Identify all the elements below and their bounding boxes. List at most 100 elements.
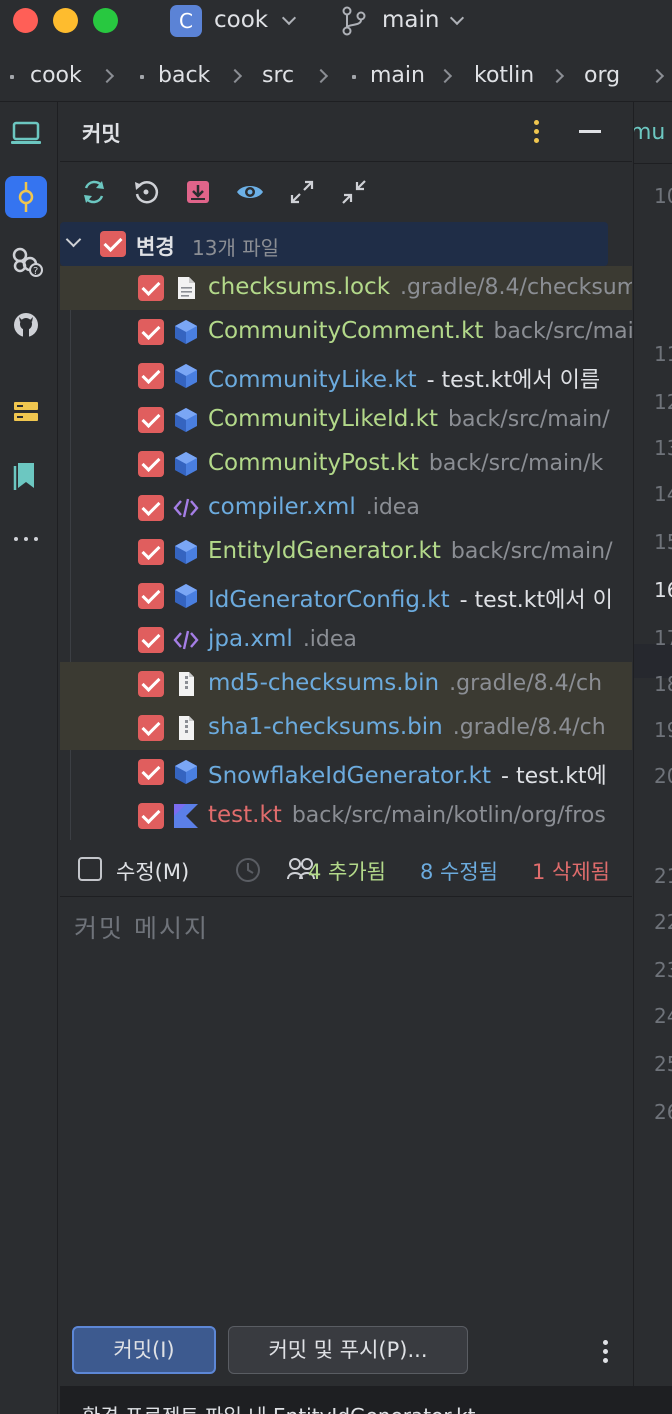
branch-name[interactable]: main	[382, 7, 439, 33]
title-bar: C cook main	[0, 0, 672, 42]
file-row[interactable]: CommunityLikeId.kt back/src/main/	[60, 398, 632, 442]
file-name-wrap: md5-checksums.bin .gradle/8.4/ch	[208, 670, 602, 696]
commit-and-push-button[interactable]: 커밋 및 푸시(P)...	[228, 1326, 468, 1374]
file-checkbox[interactable]	[138, 407, 164, 433]
rollback-icon[interactable]	[130, 176, 162, 208]
ai-assistant-button[interactable]: ?	[5, 240, 47, 282]
file-row[interactable]: CommunityPost.kt back/src/main/k	[60, 442, 632, 486]
commit-message-placeholder[interactable]: 커밋 메시지	[74, 909, 209, 945]
file-name-wrap: test.kt back/src/main/kotlin/org/fros	[208, 802, 606, 828]
file-row[interactable]: SnowflakeIdGenerator.kt - test.kt에	[60, 750, 632, 794]
kotlin-class-icon	[172, 582, 200, 610]
file-name-wrap: EntityIdGenerator.kt back/src/main/	[208, 538, 612, 564]
chevron-down-icon[interactable]	[65, 231, 82, 248]
github-icon	[14, 313, 38, 337]
commit-button[interactable]: 커밋(I)	[72, 1326, 216, 1374]
file-row[interactable]: sha1-checksums.bin .gradle/8.4/ch	[60, 706, 632, 750]
changelist-name: 변경	[136, 235, 175, 259]
breadcrumb-item[interactable]: org	[584, 63, 620, 88]
changelist-group-row[interactable]: 변경 13개 파일	[60, 222, 608, 266]
file-checkbox[interactable]	[138, 363, 164, 389]
file-path: .idea	[302, 627, 357, 652]
file-name: IdGeneratorConfig.kt	[208, 587, 450, 613]
file-row[interactable]: IdGeneratorConfig.kt - test.kt에서 이	[60, 574, 632, 618]
hide-panel-button[interactable]	[579, 130, 601, 133]
project-view-button[interactable]	[5, 112, 47, 154]
maximize-window-button[interactable]	[93, 8, 118, 33]
file-row[interactable]: compiler.xml .idea	[60, 486, 632, 530]
breadcrumb-item[interactable]: main	[370, 63, 425, 88]
panel-header: 커밋	[60, 102, 632, 162]
added-count: 4 추가됨	[308, 860, 386, 884]
laptop-icon	[11, 121, 41, 144]
chevron-down-icon[interactable]	[281, 10, 297, 26]
file-name: md5-checksums.bin	[208, 670, 440, 696]
chevron-down-icon[interactable]	[449, 10, 465, 26]
file-row[interactable]: CommunityLike.kt - test.kt에서 이름	[60, 354, 632, 398]
binary-file-icon	[172, 714, 200, 742]
file-name-wrap: CommunityLikeId.kt back/src/main/	[208, 406, 610, 432]
file-name-wrap: CommunityPost.kt back/src/main/k	[208, 450, 603, 476]
file-row[interactable]: md5-checksums.bin .gradle/8.4/ch	[60, 662, 632, 706]
file-checkbox[interactable]	[138, 275, 164, 301]
file-checkbox[interactable]	[138, 319, 164, 345]
file-checkbox[interactable]	[138, 715, 164, 741]
breadcrumb-item[interactable]: back	[158, 63, 210, 88]
collapse-all-icon[interactable]	[338, 176, 370, 208]
file-name: CommunityComment.kt	[208, 318, 484, 344]
eye-icon[interactable]	[234, 176, 266, 208]
file-checkbox[interactable]	[138, 495, 164, 521]
more-options-icon[interactable]	[603, 1340, 609, 1367]
group-checkbox[interactable]	[100, 231, 126, 257]
breadcrumb-item[interactable]: cook	[30, 63, 82, 88]
editor-tab-label[interactable]: mu	[634, 120, 665, 145]
options-menu-icon[interactable]	[534, 120, 540, 147]
ellipsis-icon	[14, 537, 38, 541]
file-checkbox[interactable]	[138, 451, 164, 477]
shelve-icon[interactable]	[182, 176, 214, 208]
commit-message-area[interactable]: 커밋 메시지	[60, 896, 632, 1316]
amend-label[interactable]: 수정(M)	[116, 856, 189, 886]
services-button[interactable]	[5, 390, 47, 432]
amend-checkbox[interactable]	[78, 857, 102, 881]
breadcrumb-item[interactable]: src	[262, 63, 294, 88]
project-name[interactable]: cook	[214, 7, 268, 33]
file-row[interactable]: checksums.lock .gradle/8.4/checksums	[60, 266, 632, 310]
file-checkbox[interactable]	[138, 671, 164, 697]
file-row[interactable]: CommunityComment.kt back/src/main	[60, 310, 632, 354]
expand-all-icon[interactable]	[286, 176, 318, 208]
kotlin-class-icon	[172, 318, 200, 346]
file-checkbox[interactable]	[138, 627, 164, 653]
breadcrumb-item[interactable]: kotlin	[474, 63, 534, 88]
minimize-window-button[interactable]	[53, 8, 78, 33]
clock-icon[interactable]	[234, 856, 262, 884]
bookmarks-button[interactable]	[5, 454, 47, 496]
file-path: .idea	[365, 495, 420, 520]
file-path: back/src/main/	[450, 539, 613, 564]
module-dot-icon	[10, 75, 14, 79]
binary-file-icon	[172, 670, 200, 698]
file-row[interactable]: EntityIdGenerator.kt back/src/main/	[60, 530, 632, 574]
file-checkbox[interactable]	[138, 583, 164, 609]
editor-area: mu 10 11 12 13 14 15 16 17 18 19 20 21 22 23 24 25 26	[633, 102, 672, 1386]
line-number: 17	[654, 626, 672, 650]
more-tools-button[interactable]	[5, 518, 47, 560]
editor-tab[interactable]: mu	[634, 102, 672, 164]
file-checkbox[interactable]	[138, 759, 164, 785]
line-number-gutter: 10 11 12 13 14 15 16 17 18 19 20 21 22 23 24 25 26	[634, 164, 672, 1386]
file-row[interactable]: jpa.xml .idea	[60, 618, 632, 662]
file-path: - test.kt에서 이	[459, 588, 613, 613]
github-button[interactable]	[5, 304, 47, 346]
close-window-button[interactable]	[13, 8, 38, 33]
file-name: test.kt	[208, 802, 282, 828]
file-name: compiler.xml	[208, 494, 356, 520]
refresh-icon[interactable]	[78, 176, 110, 208]
file-checkbox[interactable]	[138, 539, 164, 565]
project-badge[interactable]: C	[170, 5, 202, 37]
file-checkbox[interactable]	[138, 803, 164, 829]
file-name: CommunityLikeId.kt	[208, 406, 438, 432]
file-path: back/src/main/k	[428, 451, 604, 476]
file-row[interactable]: test.kt back/src/main/kotlin/org/fros	[60, 794, 632, 838]
commit-tool-button[interactable]	[5, 176, 47, 218]
line-number: 13	[654, 436, 672, 460]
